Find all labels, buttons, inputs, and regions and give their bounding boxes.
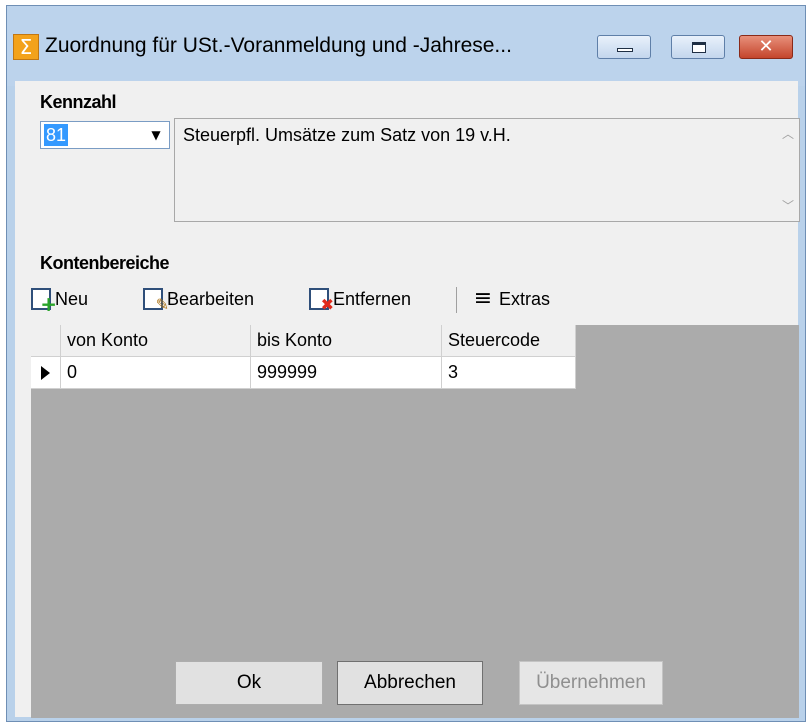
edit-label: Bearbeiten: [167, 288, 255, 309]
close-button[interactable]: ✕: [739, 35, 793, 59]
delete-record-icon: [309, 288, 334, 314]
delete-label: Entfernen: [333, 288, 412, 309]
minimize-button[interactable]: [597, 35, 651, 59]
kontenbereiche-toolbar: Neu Bearbeiten Entfernen ≡ Extras: [31, 281, 791, 316]
kennzahl-label: Kennzahl: [40, 92, 117, 112]
new-record-icon: [31, 288, 57, 316]
toolbar-separator: [456, 287, 457, 313]
title-bar[interactable]: Σ Zuordnung für USt.-Voranmeldung und -J…: [7, 6, 805, 86]
scroll-up-icon[interactable]: ︿: [777, 123, 799, 145]
menu-icon: ≡: [473, 286, 493, 311]
maximize-button[interactable]: [671, 35, 725, 59]
column-header-von-konto[interactable]: von Konto: [61, 325, 251, 356]
kontenbereiche-grid[interactable]: von Konto bis Konto Steuercode 0 999999 …: [31, 325, 799, 718]
new-button[interactable]: Neu: [31, 285, 89, 316]
kontenbereiche-label: Kontenbereiche: [40, 253, 170, 273]
cell-von-konto[interactable]: 0: [61, 357, 251, 388]
extras-button[interactable]: ≡ Extras: [471, 285, 550, 313]
scroll-down-icon[interactable]: ﹀: [777, 195, 799, 217]
table-row[interactable]: 0 999999 3: [31, 357, 576, 389]
current-row-arrow-icon: [41, 366, 50, 380]
new-label: Neu: [55, 288, 89, 309]
dialog-window: Σ Zuordnung für USt.-Voranmeldung und -J…: [6, 5, 806, 722]
extras-label: Extras: [499, 288, 551, 309]
dialog-body: Kennzahl 81 ▼ Steuerpfl. Umsätze zum Sat…: [15, 81, 800, 718]
cell-steuercode[interactable]: 3: [442, 357, 576, 388]
maximize-icon: [692, 42, 706, 53]
cell-bis-konto[interactable]: 999999: [251, 357, 442, 388]
close-icon: ✕: [758, 36, 774, 57]
column-header-steuercode[interactable]: Steuercode: [442, 325, 576, 356]
row-selector-header: [31, 325, 61, 356]
delete-button[interactable]: Entfernen: [309, 285, 412, 314]
column-header-bis-konto[interactable]: bis Konto: [251, 325, 442, 356]
dropdown-arrow-icon[interactable]: ▼: [143, 122, 169, 148]
description-scrollbar[interactable]: ︿ ﹀: [777, 119, 799, 221]
kennzahl-value[interactable]: 81: [44, 124, 69, 146]
minimize-icon: [617, 48, 633, 52]
kennzahl-combobox[interactable]: 81 ▼: [40, 121, 170, 149]
sigma-icon: Σ: [13, 34, 39, 60]
apply-button[interactable]: Übernehmen: [519, 661, 663, 705]
ok-button[interactable]: Ok: [175, 661, 323, 705]
kennzahl-description-box[interactable]: Steuerpfl. Umsätze zum Satz von 19 v.H. …: [174, 118, 800, 222]
grid-header: von Konto bis Konto Steuercode: [31, 325, 576, 357]
edit-record-icon: [143, 288, 169, 314]
row-selector[interactable]: [31, 357, 61, 388]
window-title: Zuordnung für USt.-Voranmeldung und -Jah…: [45, 34, 512, 57]
kennzahl-description: Steuerpfl. Umsätze zum Satz von 19 v.H.: [183, 125, 511, 145]
edit-button[interactable]: Bearbeiten: [143, 285, 255, 314]
cancel-button[interactable]: Abbrechen: [337, 661, 483, 705]
